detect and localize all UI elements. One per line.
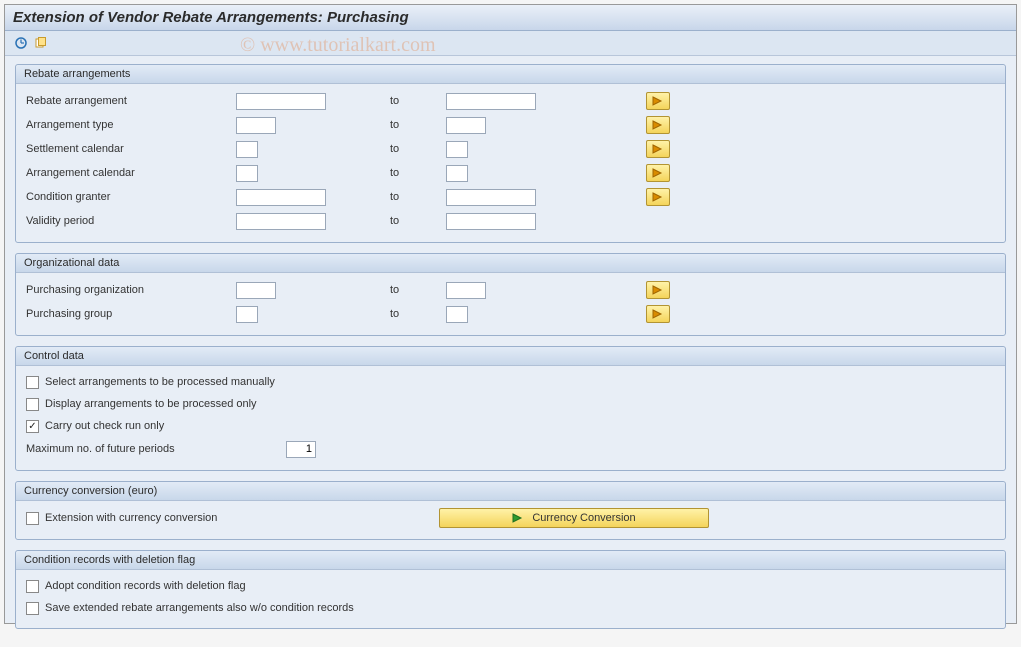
currency-conversion-button[interactable]: Currency Conversion xyxy=(439,508,709,528)
input-arrangement-type-from[interactable] xyxy=(236,117,276,134)
row-purchasing-group: Purchasing group to xyxy=(26,303,995,325)
checkbox-display-only[interactable] xyxy=(26,398,39,411)
group-rebate-arrangements: Rebate arrangements Rebate arrangement t… xyxy=(15,64,1006,243)
row-arrangement-type: Arrangement type to xyxy=(26,114,995,136)
to-label: to xyxy=(386,167,446,179)
label-extension-currency: Extension with currency conversion xyxy=(39,512,279,524)
checkbox-save[interactable] xyxy=(26,602,39,615)
variant-icon[interactable] xyxy=(33,35,49,51)
to-label: to xyxy=(386,95,446,107)
page-title: Extension of Vendor Rebate Arrangements:… xyxy=(5,5,1016,31)
check-adopt-row: Adopt condition records with deletion fl… xyxy=(26,576,995,596)
check-check-run-row: ✓ Carry out check run only xyxy=(26,416,995,436)
label-save: Save extended rebate arrangements also w… xyxy=(45,602,354,614)
input-purchasing-organization-from[interactable] xyxy=(236,282,276,299)
group-header-currency: Currency conversion (euro) xyxy=(16,482,1005,501)
input-purchasing-group-from[interactable] xyxy=(236,306,258,323)
to-label: to xyxy=(386,284,446,296)
label-purchasing-group: Purchasing group xyxy=(26,308,236,320)
label-purchasing-organization: Purchasing organization xyxy=(26,284,236,296)
checkbox-extension-currency[interactable] xyxy=(26,512,39,525)
input-max-periods[interactable] xyxy=(286,441,316,458)
input-condition-granter-to[interactable] xyxy=(446,189,536,206)
check-select-manual-row: Select arrangements to be processed manu… xyxy=(26,372,995,392)
label-arrangement-type: Arrangement type xyxy=(26,119,236,131)
to-label: to xyxy=(386,215,446,227)
input-arrangement-type-to[interactable] xyxy=(446,117,486,134)
label-check-run: Carry out check run only xyxy=(45,420,164,432)
group-header-org: Organizational data xyxy=(16,254,1005,273)
multiple-selection-button[interactable] xyxy=(646,305,670,323)
arrow-right-icon xyxy=(512,513,524,523)
group-currency-conversion: Currency conversion (euro) Extension wit… xyxy=(15,481,1006,540)
label-select-manual: Select arrangements to be processed manu… xyxy=(45,376,275,388)
input-arrangement-calendar-from[interactable] xyxy=(236,165,258,182)
execute-icon[interactable] xyxy=(13,35,29,51)
to-label: to xyxy=(386,308,446,320)
row-condition-granter: Condition granter to xyxy=(26,186,995,208)
currency-conversion-button-label: Currency Conversion xyxy=(532,512,635,524)
checkbox-adopt[interactable] xyxy=(26,580,39,593)
window-frame: Extension of Vendor Rebate Arrangements:… xyxy=(4,4,1017,624)
row-purchasing-organization: Purchasing organization to xyxy=(26,279,995,301)
check-display-only-row: Display arrangements to be processed onl… xyxy=(26,394,995,414)
input-purchasing-group-to[interactable] xyxy=(446,306,468,323)
group-organizational-data: Organizational data Purchasing organizat… xyxy=(15,253,1006,336)
to-label: to xyxy=(386,119,446,131)
group-header-control: Control data xyxy=(16,347,1005,366)
application-toolbar xyxy=(5,31,1016,56)
label-rebate-arrangement: Rebate arrangement xyxy=(26,95,236,107)
to-label: to xyxy=(386,191,446,203)
label-condition-granter: Condition granter xyxy=(26,191,236,203)
content-area: Rebate arrangements Rebate arrangement t… xyxy=(5,56,1016,647)
input-condition-granter-from[interactable] xyxy=(236,189,326,206)
label-arrangement-calendar: Arrangement calendar xyxy=(26,167,236,179)
input-validity-period-to[interactable] xyxy=(446,213,536,230)
label-adopt: Adopt condition records with deletion fl… xyxy=(45,580,246,592)
multiple-selection-button[interactable] xyxy=(646,164,670,182)
row-rebate-arrangement: Rebate arrangement to xyxy=(26,90,995,112)
label-settlement-calendar: Settlement calendar xyxy=(26,143,236,155)
input-rebate-arrangement-to[interactable] xyxy=(446,93,536,110)
multiple-selection-button[interactable] xyxy=(646,188,670,206)
group-header-condrec: Condition records with deletion flag xyxy=(16,551,1005,570)
check-save-row: Save extended rebate arrangements also w… xyxy=(26,598,995,618)
input-validity-period-from[interactable] xyxy=(236,213,326,230)
input-arrangement-calendar-to[interactable] xyxy=(446,165,468,182)
input-settlement-calendar-from[interactable] xyxy=(236,141,258,158)
checkbox-select-manual[interactable] xyxy=(26,376,39,389)
row-arrangement-calendar: Arrangement calendar to xyxy=(26,162,995,184)
multiple-selection-button[interactable] xyxy=(646,92,670,110)
label-max-periods: Maximum no. of future periods xyxy=(26,443,286,455)
group-condition-records: Condition records with deletion flag Ado… xyxy=(15,550,1006,629)
to-label: to xyxy=(386,143,446,155)
row-currency-conversion: Extension with currency conversion Curre… xyxy=(26,507,995,529)
row-validity-period: Validity period to xyxy=(26,210,995,232)
multiple-selection-button[interactable] xyxy=(646,281,670,299)
input-purchasing-organization-to[interactable] xyxy=(446,282,486,299)
group-header-rebate: Rebate arrangements xyxy=(16,65,1005,84)
row-settlement-calendar: Settlement calendar to xyxy=(26,138,995,160)
multiple-selection-button[interactable] xyxy=(646,140,670,158)
row-max-periods: Maximum no. of future periods xyxy=(26,438,995,460)
label-display-only: Display arrangements to be processed onl… xyxy=(45,398,257,410)
label-validity-period: Validity period xyxy=(26,215,236,227)
input-settlement-calendar-to[interactable] xyxy=(446,141,468,158)
checkbox-check-run[interactable]: ✓ xyxy=(26,420,39,433)
multiple-selection-button[interactable] xyxy=(646,116,670,134)
input-rebate-arrangement-from[interactable] xyxy=(236,93,326,110)
group-control-data: Control data Select arrangements to be p… xyxy=(15,346,1006,471)
